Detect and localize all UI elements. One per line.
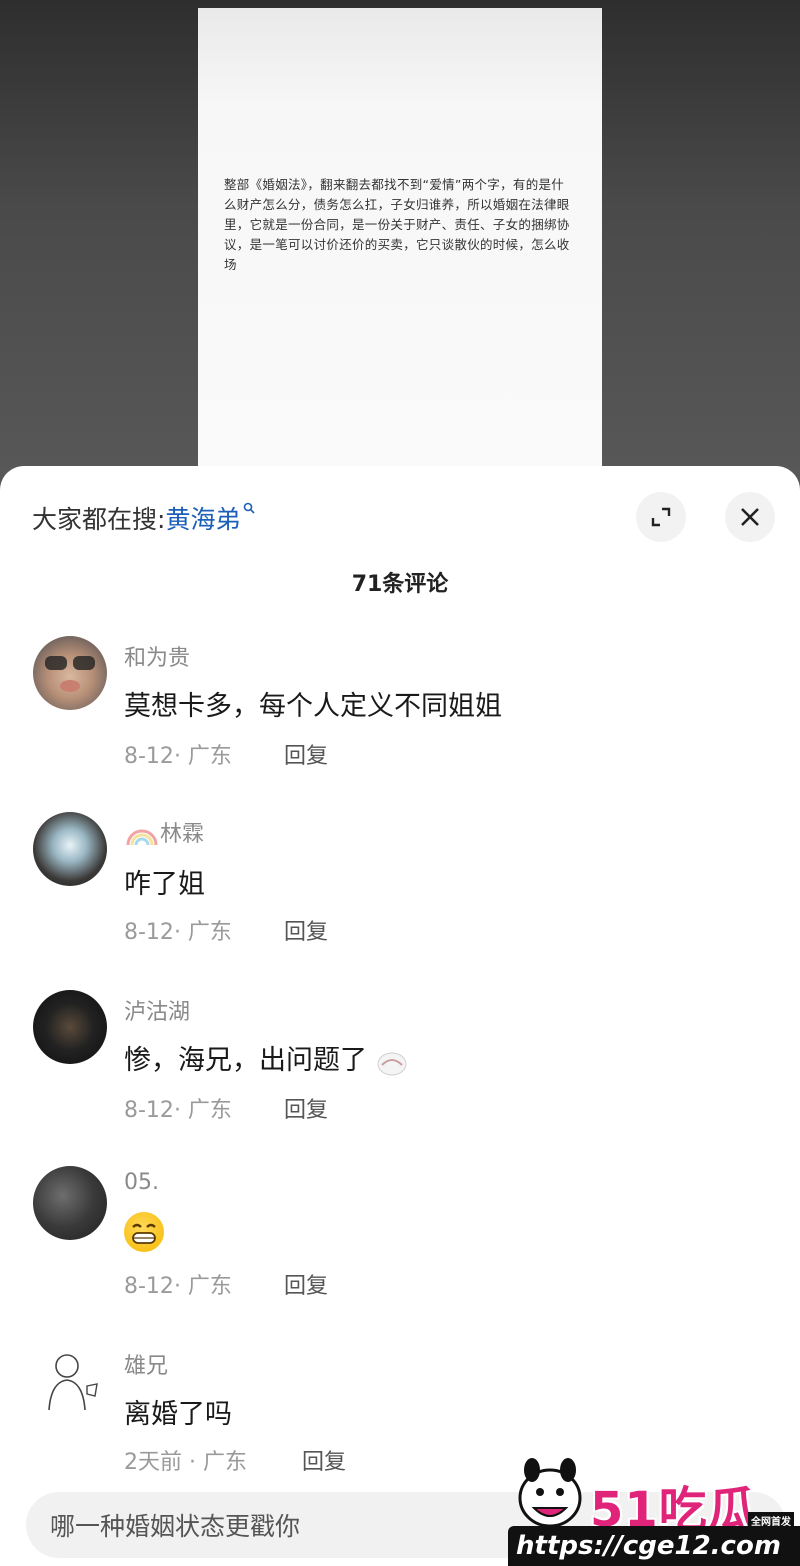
watermark-url: https://cge12.com <box>508 1526 800 1566</box>
comment-author[interactable]: 05. <box>124 1170 159 1195</box>
comment-input-placeholder: 哪一种婚姻状态更戳你 <box>50 1512 301 1541</box>
emoji-sticker-icon <box>377 1052 407 1075</box>
comment-author[interactable]: 林霖 <box>160 822 204 847</box>
comment-location: · 广东 <box>173 744 232 769</box>
comment-author[interactable]: 雄兄 <box>124 1348 168 1380</box>
trending-search-label: 大家都在搜: <box>32 505 166 534</box>
close-button[interactable] <box>725 492 775 542</box>
comment-count: 71条评论 <box>351 572 449 597</box>
comment-text: 惨，海兄，出问题了 <box>124 1045 367 1076</box>
comment-author[interactable]: 和为贵 <box>124 640 190 672</box>
comment-text-row: 惨，海兄，出问题了 <box>124 1038 408 1077</box>
comment-meta: 8-12· 广东 <box>124 738 232 770</box>
reply-button[interactable]: 回复 <box>284 914 328 946</box>
comment-panel <box>0 466 800 1566</box>
reply-button[interactable]: 回复 <box>284 1268 328 1300</box>
close-icon <box>741 508 759 526</box>
avatar[interactable] <box>33 1166 107 1240</box>
comment-meta: 2天前 · 广东 <box>124 1444 247 1476</box>
comment-author-row[interactable]: 林霖 <box>124 816 204 848</box>
avatar-image <box>45 656 95 692</box>
comment-date: 8-12 <box>124 920 174 945</box>
search-icon <box>244 502 256 514</box>
comment-text: 离婚了吗 <box>124 1399 232 1430</box>
reply-button[interactable]: 回复 <box>284 1092 328 1124</box>
comment-location: · 广东 <box>173 920 232 945</box>
comment-date: 2天前 <box>124 1450 182 1475</box>
avatar[interactable] <box>33 1344 107 1418</box>
reply-button[interactable]: 回复 <box>284 738 328 770</box>
comment-location: · 广东 <box>182 1450 247 1475</box>
avatar-image <box>48 1354 98 1411</box>
trending-search[interactable]: 大家都在搜: 黄海弟 <box>32 500 256 536</box>
comment-date: 8-12 <box>124 1098 174 1123</box>
comment-date: 8-12 <box>124 1274 174 1299</box>
reply-button[interactable]: 回复 <box>302 1444 346 1476</box>
avatar[interactable] <box>33 990 107 1064</box>
comment-date: 8-12 <box>124 744 174 769</box>
avatar[interactable] <box>33 812 107 886</box>
comment-text-row <box>124 1212 164 1259</box>
document-text: 整部《婚姻法》，翻来翻去都找不到“爱情”两个字，有的是什么财产怎么分，债务怎么扛… <box>224 177 570 272</box>
rainbow-icon <box>126 829 158 846</box>
expand-button[interactable] <box>636 492 686 542</box>
comment-meta: 8-12· 广东 <box>124 1092 232 1124</box>
comment-text: 咋了姐 <box>124 869 205 900</box>
trending-search-term[interactable]: 黄海弟 <box>165 500 240 536</box>
watermark: 51吃瓜 全网首发 https://cge12.com <box>508 1452 800 1566</box>
grin-emoji-icon <box>124 1212 164 1252</box>
avatar[interactable] <box>33 636 107 710</box>
comment-location: · 广东 <box>173 1274 232 1299</box>
comment-location: · 广东 <box>173 1098 232 1123</box>
comment-author[interactable]: 泸沽湖 <box>124 994 190 1026</box>
comment-meta: 8-12· 广东 <box>124 914 232 946</box>
expand-icon <box>651 507 671 527</box>
watermark-mascot-icon <box>518 1458 582 1528</box>
comment-text: 莫想卡多，每个人定义不同姐姐 <box>124 691 502 722</box>
comment-meta: 8-12· 广东 <box>124 1268 232 1300</box>
